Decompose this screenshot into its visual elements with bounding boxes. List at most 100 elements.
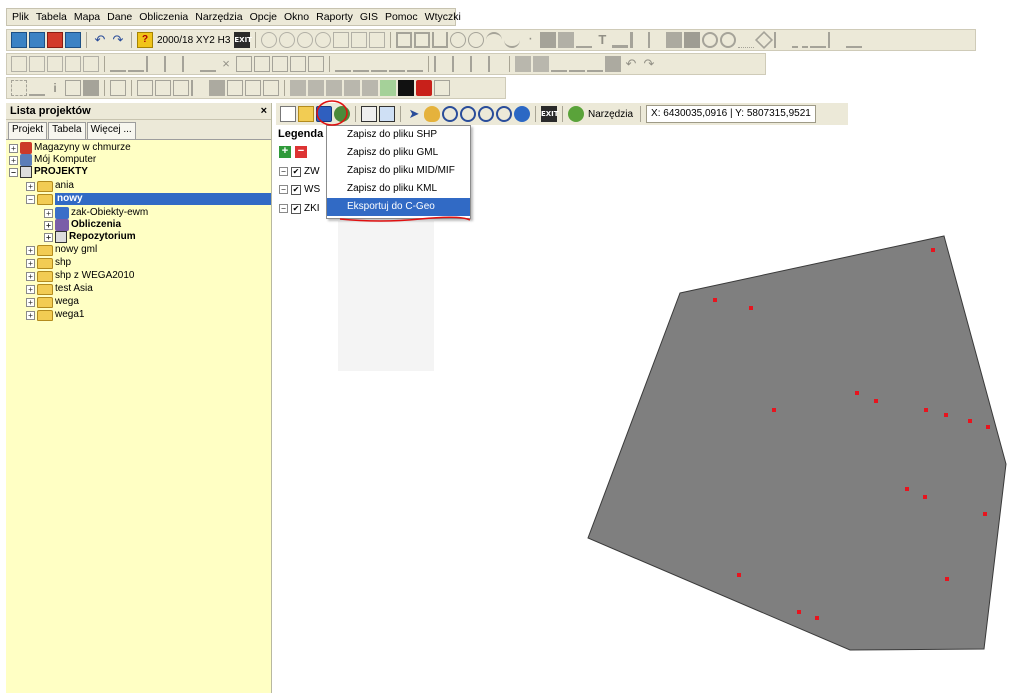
menu-item-export-c-geo[interactable]: Eksportuj do C-Geo bbox=[327, 198, 470, 216]
grid-icon[interactable] bbox=[369, 32, 386, 48]
zoom-in-icon[interactable] bbox=[261, 32, 278, 48]
tree-item-shp[interactable]: + shp bbox=[26, 257, 71, 269]
menu-dane[interactable]: Dane bbox=[107, 11, 132, 23]
text-vertical-icon[interactable] bbox=[630, 32, 646, 48]
line-end-icon[interactable] bbox=[353, 56, 369, 72]
circle-icon[interactable] bbox=[450, 32, 467, 48]
print-icon[interactable] bbox=[110, 80, 126, 96]
exit-icon[interactable]: EXIT bbox=[234, 32, 252, 48]
redo-edit-icon[interactable] bbox=[29, 56, 45, 72]
help-icon[interactable]: ? bbox=[137, 32, 153, 48]
shape-icon[interactable] bbox=[380, 80, 396, 96]
tree-item-projekty[interactable]: − PROJEKTY bbox=[9, 166, 88, 178]
expand-icon[interactable]: + bbox=[44, 208, 53, 218]
open-polygon-icon[interactable] bbox=[432, 32, 449, 48]
menu-tabela[interactable]: Tabela bbox=[36, 11, 67, 23]
scale-setting[interactable]: 2000/18 XY2 H3 bbox=[155, 35, 232, 46]
perpendicular-icon[interactable] bbox=[110, 56, 126, 72]
menu-mapa[interactable]: Mapa bbox=[74, 11, 100, 23]
perpendicular-alt-icon[interactable] bbox=[128, 56, 144, 72]
attribute-table-icon[interactable] bbox=[379, 106, 395, 122]
tree-item-obliczenia[interactable]: + Obliczenia bbox=[44, 219, 121, 231]
slash-icon[interactable] bbox=[191, 80, 207, 96]
map-point[interactable] bbox=[945, 577, 949, 581]
tree-item-magazyny[interactable]: + Magazyny w chmurze bbox=[9, 142, 131, 154]
angle-line-icon[interactable] bbox=[182, 56, 198, 72]
line-start-icon[interactable] bbox=[335, 56, 351, 72]
map-point[interactable] bbox=[923, 495, 927, 499]
line-offset-icon[interactable] bbox=[407, 56, 423, 72]
narzedzia-button[interactable]: Narzędzia bbox=[586, 109, 635, 120]
table-icon[interactable] bbox=[666, 32, 683, 48]
expand-icon[interactable]: + bbox=[26, 284, 35, 294]
slope-down-icon[interactable] bbox=[470, 56, 486, 72]
tab-wiecej[interactable]: Więcej ... bbox=[86, 122, 136, 139]
map-point[interactable] bbox=[983, 512, 987, 516]
zoom-all-icon[interactable] bbox=[315, 32, 332, 48]
parallel-icon[interactable] bbox=[146, 56, 162, 72]
zoom-out-icon[interactable] bbox=[279, 32, 296, 48]
undo-icon[interactable]: ↶ bbox=[92, 32, 108, 48]
polygon-icon[interactable] bbox=[414, 32, 431, 48]
remove-layer-icon[interactable]: − bbox=[295, 146, 307, 158]
tree-item-test-asia[interactable]: + test Asia bbox=[26, 283, 93, 295]
redo2-icon[interactable]: ↷ bbox=[641, 56, 657, 72]
user-icon[interactable] bbox=[173, 80, 189, 96]
menu-plik[interactable]: Plik bbox=[12, 11, 29, 23]
brush-icon[interactable] bbox=[551, 56, 567, 72]
picture-icon[interactable] bbox=[209, 80, 225, 96]
angle-icon[interactable] bbox=[774, 32, 790, 48]
black-square-icon[interactable] bbox=[398, 80, 414, 96]
pointer-icon[interactable] bbox=[828, 32, 844, 48]
tool-icon[interactable] bbox=[605, 56, 621, 72]
zoom-window-icon[interactable] bbox=[442, 106, 458, 122]
zoom-window-icon[interactable] bbox=[297, 32, 314, 48]
text-baseline-icon[interactable] bbox=[612, 32, 629, 48]
export-icon[interactable] bbox=[344, 80, 360, 96]
copy-icon[interactable] bbox=[65, 32, 81, 48]
menu-item-save-shp[interactable]: Zapisz do pliku SHP bbox=[327, 126, 470, 144]
slope-icon[interactable] bbox=[434, 56, 450, 72]
ellipse-icon[interactable] bbox=[468, 32, 485, 48]
properties-icon[interactable] bbox=[65, 80, 81, 96]
block-icon[interactable] bbox=[684, 32, 701, 48]
save-icon[interactable] bbox=[316, 106, 332, 122]
select-arrow-icon[interactable]: ➤ bbox=[406, 106, 422, 122]
dotted-line-icon[interactable] bbox=[738, 32, 755, 48]
document-icon[interactable] bbox=[227, 80, 243, 96]
cut-icon[interactable] bbox=[263, 80, 279, 96]
window-icon[interactable] bbox=[29, 32, 45, 48]
globe-icon[interactable] bbox=[514, 106, 530, 122]
globe-save-icon[interactable] bbox=[334, 106, 350, 122]
marker-icon[interactable] bbox=[720, 32, 737, 48]
zoom-in-icon[interactable] bbox=[478, 106, 494, 122]
report-icon[interactable] bbox=[290, 80, 306, 96]
menu-pomoc[interactable]: Pomoc bbox=[385, 11, 418, 23]
tree-item-shp-wega[interactable]: + shp z WEGA2010 bbox=[26, 270, 134, 282]
expand-icon[interactable]: + bbox=[44, 220, 53, 230]
zoom-out-icon[interactable] bbox=[496, 106, 512, 122]
point-icon[interactable]: · bbox=[522, 31, 538, 48]
eraser-icon[interactable] bbox=[569, 56, 585, 72]
offset-icon[interactable] bbox=[272, 56, 288, 72]
expand-icon[interactable]: + bbox=[9, 155, 18, 165]
exit-map-icon[interactable]: EXIT bbox=[541, 106, 559, 122]
expand-icon[interactable]: + bbox=[26, 258, 35, 268]
new-file-icon[interactable] bbox=[280, 106, 296, 122]
map-point[interactable] bbox=[855, 391, 859, 395]
line-split-icon[interactable] bbox=[371, 56, 387, 72]
slope-alt-icon[interactable] bbox=[452, 56, 468, 72]
merge-icon[interactable] bbox=[254, 56, 270, 72]
diagonal-icon[interactable] bbox=[587, 56, 603, 72]
image-alt-icon[interactable] bbox=[533, 56, 549, 72]
tree-item-nowy[interactable]: − nowy bbox=[26, 193, 271, 205]
info-icon[interactable]: i bbox=[47, 80, 63, 96]
shield-icon[interactable] bbox=[434, 80, 450, 96]
collapse-icon[interactable]: − bbox=[26, 194, 35, 204]
menu-narzedzia[interactable]: Narzędzia bbox=[195, 11, 242, 23]
list-alt-icon[interactable] bbox=[83, 56, 99, 72]
pencil-icon[interactable] bbox=[810, 32, 827, 48]
map-point[interactable] bbox=[874, 399, 878, 403]
menu-raporty[interactable]: Raporty bbox=[316, 11, 353, 23]
bend-icon[interactable] bbox=[846, 32, 863, 48]
